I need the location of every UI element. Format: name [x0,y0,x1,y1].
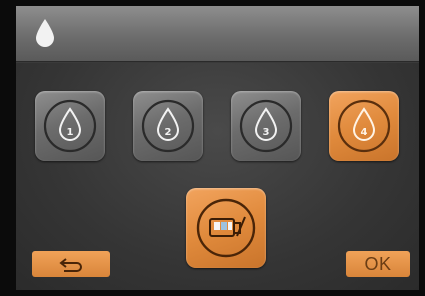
preset-number: 2 [165,127,172,138]
return-arrow-icon [59,258,82,272]
cup-fill-icon [196,198,256,258]
preset-button-4[interactable]: 4 [329,91,399,161]
water-drop-icon: 4 [337,99,391,153]
preset-number: 4 [361,127,368,138]
water-drop-icon [36,19,54,47]
preset-button-3[interactable]: 3 [231,91,301,161]
fill-button[interactable] [186,188,266,268]
header-bar [16,6,419,62]
back-button[interactable] [32,251,110,277]
preset-number: 1 [67,127,74,138]
main-panel: 1 2 3 4 OK [16,63,419,290]
water-drop-icon: 3 [239,99,293,153]
device-screen: 1 2 3 4 OK [16,6,419,290]
preset-button-2[interactable]: 2 [133,91,203,161]
ok-label: OK [364,253,392,274]
preset-button-1[interactable]: 1 [35,91,105,161]
water-drop-icon: 1 [43,99,97,153]
ok-button[interactable]: OK [346,251,410,277]
preset-number: 3 [263,127,270,138]
water-drop-icon: 2 [141,99,195,153]
